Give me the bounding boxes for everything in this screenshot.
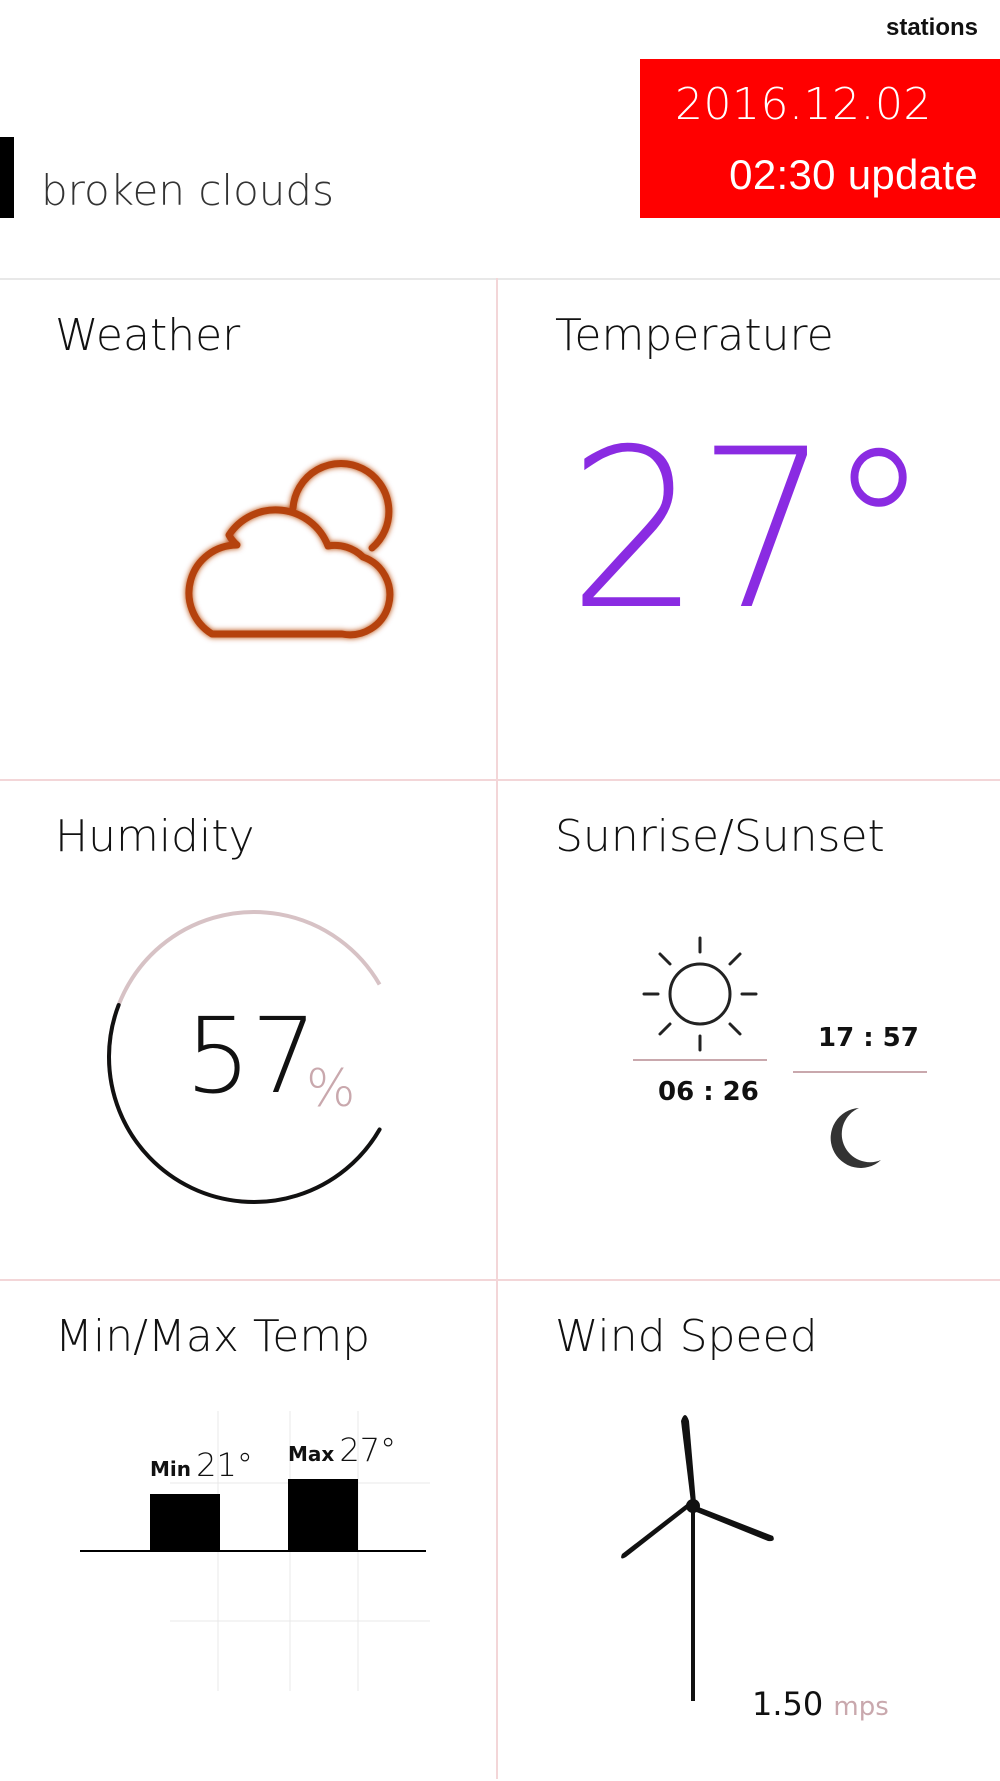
condition-marker [0,137,14,218]
sunrise-sunset-title: Sunrise/Sunset [555,811,885,862]
humidity-unit: % [306,1059,356,1119]
update-time-text: 02:30 update [729,151,978,198]
sunset-time: 17 : 57 [818,1023,919,1053]
temperature-value: 27° [568,402,931,658]
humidity-value: 57 [185,995,318,1117]
max-label: Max 27° [288,1431,396,1469]
minmax-chart [80,1411,430,1691]
weather-condition: broken clouds [41,166,334,215]
min-value: 21° [196,1446,253,1484]
max-bar [288,1479,358,1551]
header: stations 2016.12.02 02:30 update broken … [0,0,1000,278]
wind-panel: Wind Speed 1.50 mps [498,1281,994,1781]
min-label: Min 21° [150,1446,253,1484]
weather-panel: Weather [0,280,496,780]
sunrise-divider [633,1059,767,1061]
wind-turbine-icon [621,1415,774,1701]
sunrise-sunset-panel: Sunrise/Sunset 06 : 26 17 : 57 [498,781,994,1281]
max-value: 27° [339,1431,397,1469]
moon-icon [830,1108,881,1168]
min-bar [150,1494,220,1551]
stations-link[interactable]: stations [886,14,978,42]
cloud-sun-icon [185,460,394,639]
humidity-panel: Humidity 57 % [0,781,496,1281]
temperature-panel: Temperature 27° [498,280,994,780]
max-label-text: Max [288,1442,335,1466]
wind-title: Wind Speed [555,1311,818,1362]
minmax-panel: Min/Max Temp Min 21° Max 27° [0,1281,496,1781]
min-label-text: Min [150,1457,191,1481]
sun-icon [642,936,758,1052]
wind-speed-value: 1.50 mps [752,1685,889,1723]
temperature-title: Temperature [555,310,834,361]
date-text: 2016.12.02 [675,79,932,130]
sunrise-time: 06 : 26 [658,1077,759,1107]
date-update-box: 2016.12.02 02:30 update [640,59,1000,218]
wind-speed-number: 1.50 [752,1685,824,1723]
wind-speed-unit: mps [833,1692,889,1722]
sunset-divider [793,1071,927,1073]
